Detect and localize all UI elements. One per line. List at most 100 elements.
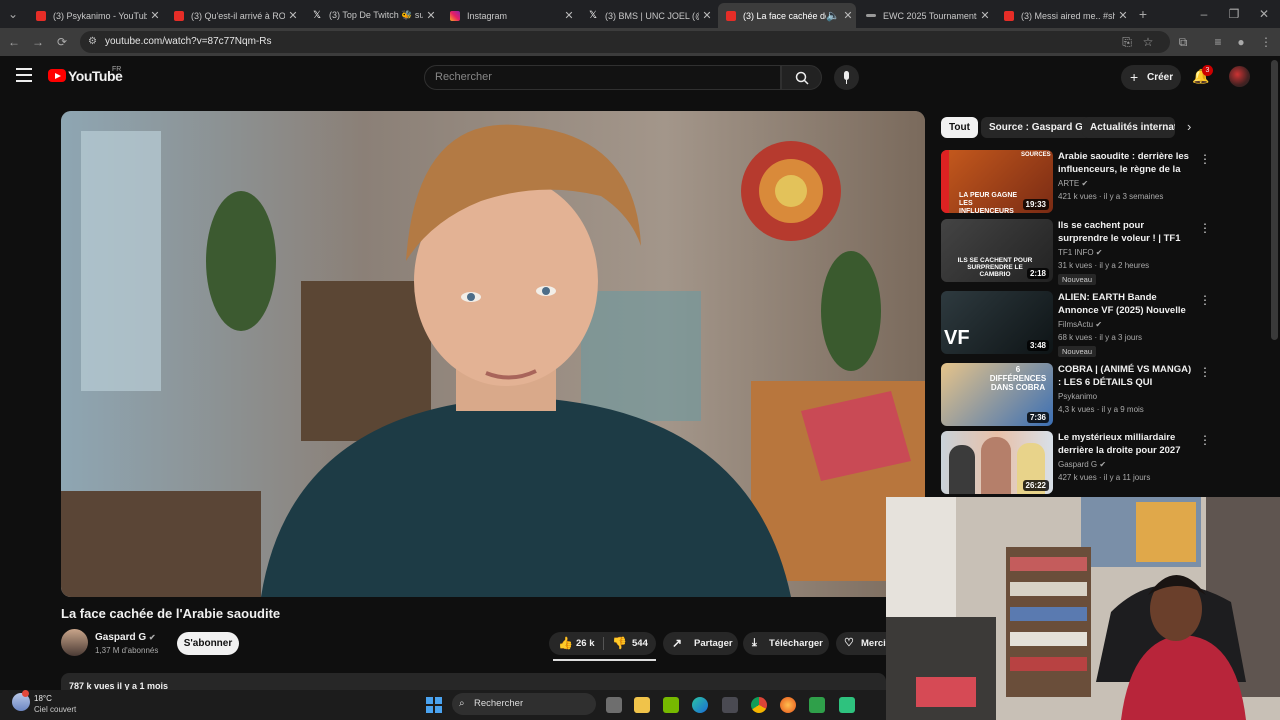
page-scrollbar[interactable] — [1271, 60, 1278, 340]
bookmark-star-icon[interactable]: ☆ — [1140, 34, 1156, 50]
video-thumbnail[interactable]: 6 DIFFÉRENCES DANS COBRA 7:36 — [941, 363, 1053, 426]
store-icon[interactable] — [722, 697, 738, 713]
address-bar[interactable]: ⚙ youtube.com/watch?v=87c77Nqm-Rs — [80, 31, 1170, 53]
channel-avatar[interactable] — [61, 629, 88, 656]
browser-tab[interactable]: 𝕏 (3) Top De Twitch 🐝 sur ✕ — [304, 3, 439, 28]
media-control-icon[interactable]: ≡ — [1210, 34, 1226, 50]
close-icon[interactable]: ✕ — [285, 9, 301, 22]
more-options-icon[interactable]: ⋮ — [1199, 365, 1211, 379]
browser-tab-active[interactable]: (3) La face cachée de 🔈 ✕ — [718, 3, 856, 28]
browser-tab[interactable]: Instagram ✕ — [442, 3, 577, 28]
voice-search-button[interactable] — [834, 65, 859, 90]
video-thumbnail[interactable]: SOURCES LA PEUR GAGNE LES INFLUENCEURS 1… — [941, 150, 1053, 213]
minimize-icon[interactable]: – — [1196, 6, 1212, 22]
search-button[interactable] — [781, 65, 822, 90]
webcam-overlay — [886, 497, 1280, 720]
new-tab-icon[interactable]: + — [1135, 6, 1151, 22]
search-icon: ⌕ — [459, 698, 465, 709]
more-options-icon[interactable]: ⋮ — [1199, 221, 1211, 235]
suggested-video[interactable]: ILS SE CACHENT POUR SURPRENDRE LE CAMBRI… — [941, 219, 1261, 285]
close-icon[interactable]: ✕ — [561, 9, 577, 22]
suggestion-title[interactable]: Arabie saoudite : derrière les influence… — [1058, 150, 1194, 176]
suggested-video[interactable]: 6 DIFFÉRENCES DANS COBRA 7:36 COBRA | (A… — [941, 363, 1261, 427]
suggestion-channel[interactable]: FilmsActu ✔ — [1058, 320, 1102, 329]
browser-tab[interactable]: 𝕏 (3) BMS | UNC JOEL (@Jo ✕ — [580, 3, 715, 28]
close-window-icon[interactable]: ✕ — [1256, 6, 1272, 22]
suggestion-title[interactable]: ALIEN: EARTH Bande Annonce VF (2025) Nou… — [1058, 291, 1194, 317]
thanks-button[interactable]: ♡ Merci — [836, 632, 886, 655]
more-options-icon[interactable]: ⋮ — [1199, 433, 1211, 447]
download-button[interactable]: ⤓ Télécharger — [743, 632, 829, 655]
menu-dots-icon[interactable]: ⋮ — [1258, 34, 1274, 50]
search-input[interactable]: Rechercher — [424, 65, 781, 90]
suggestion-channel[interactable]: Psykanimo — [1058, 392, 1097, 401]
site-info-icon[interactable]: ⚙ — [88, 31, 97, 53]
weather-temperature[interactable]: 18°C — [34, 694, 52, 703]
chip-international-news[interactable]: Actualités internationales — [1082, 117, 1175, 138]
more-options-icon[interactable]: ⋮ — [1199, 293, 1211, 307]
hamburger-menu-icon[interactable] — [16, 68, 32, 82]
chevron-right-icon[interactable]: › — [1187, 119, 1191, 134]
browser-tab[interactable]: (3) Messi aired me.. #shor ✕ — [996, 3, 1131, 28]
install-app-icon[interactable]: ⎘ — [1119, 34, 1135, 50]
close-icon[interactable]: ✕ — [977, 9, 993, 22]
suggested-video[interactable]: VF 3:48 ALIEN: EARTH Bande Annonce VF (2… — [941, 291, 1261, 357]
suggested-video[interactable]: 26:22 Le mystérieux milliardaire derrièr… — [941, 431, 1261, 495]
windows-start-icon[interactable] — [426, 697, 442, 713]
task-view-icon[interactable] — [606, 697, 622, 713]
file-explorer-icon[interactable] — [634, 697, 650, 713]
chip-source[interactable]: Source : Gaspard G — [981, 117, 1091, 138]
channel-name[interactable]: Gaspard G ✔ — [95, 632, 156, 643]
like-count[interactable]: 26 k — [576, 632, 595, 655]
app-icon[interactable] — [809, 697, 825, 713]
close-icon[interactable]: ✕ — [147, 9, 163, 22]
forward-icon[interactable]: → — [30, 34, 46, 50]
thumbs-down-icon[interactable]: 👎 — [612, 632, 627, 655]
video-thumbnail[interactable]: 26:22 — [941, 431, 1053, 494]
speaker-icon[interactable]: 🔈 — [826, 9, 840, 22]
url-text: youtube.com/watch?v=87c77Nqm-Rs — [105, 36, 272, 47]
account-avatar[interactable] — [1229, 66, 1250, 87]
browser-tab[interactable]: (3) Psykanimo - YouTube ✕ — [28, 3, 163, 28]
maximize-icon[interactable]: ❐ — [1226, 6, 1242, 22]
subscribe-button[interactable]: S'abonner — [177, 632, 239, 655]
edge-icon[interactable] — [692, 697, 708, 713]
close-icon[interactable]: ✕ — [423, 9, 439, 22]
share-button[interactable]: ↗ Partager — [663, 632, 738, 655]
back-icon[interactable]: ← — [6, 34, 22, 50]
suggestion-title[interactable]: Le mystérieux milliardaire derrière la d… — [1058, 431, 1194, 457]
close-icon[interactable]: ✕ — [699, 9, 715, 22]
suggestion-title[interactable]: Ils se cachent pour surprendre le voleur… — [1058, 219, 1194, 245]
more-options-icon[interactable]: ⋮ — [1199, 152, 1211, 166]
create-button[interactable]: + Créer — [1121, 65, 1181, 90]
tab-title: (3) Messi aired me.. #shor — [1021, 10, 1115, 21]
reload-icon[interactable]: ⟳ — [54, 34, 70, 50]
browser-tab[interactable]: EWC 2025 Tournaments ✕ — [858, 3, 993, 28]
youtube-icon — [1004, 10, 1014, 21]
dislike-count[interactable]: 544 — [632, 632, 648, 655]
video-player[interactable] — [61, 111, 925, 597]
browser-tab[interactable]: (3) Qu'est-il arrivé à ROBI ✕ — [166, 3, 301, 28]
suggestion-channel[interactable]: Gaspard G ✔ — [1058, 460, 1106, 469]
close-icon[interactable]: ✕ — [1115, 9, 1131, 22]
chip-all[interactable]: Tout — [941, 117, 978, 138]
search-icon — [795, 71, 809, 85]
close-icon[interactable]: ✕ — [840, 9, 856, 22]
thumbs-up-icon[interactable]: 👍 — [558, 632, 573, 655]
tab-list-chevron-icon[interactable]: ⌄ — [5, 6, 21, 22]
firefox-icon[interactable] — [780, 697, 796, 713]
nvidia-icon[interactable] — [663, 697, 679, 713]
taskbar-search-input[interactable]: ⌕ Rechercher — [452, 693, 596, 715]
youtube-logo-icon[interactable] — [48, 69, 66, 82]
suggested-video[interactable]: SOURCES LA PEUR GAGNE LES INFLUENCEURS 1… — [941, 150, 1261, 214]
extensions-icon[interactable]: ⧉ — [1175, 34, 1191, 50]
suggestion-channel[interactable]: ARTE ✔ — [1058, 179, 1088, 188]
discord-icon[interactable] — [839, 697, 855, 713]
video-thumbnail[interactable]: VF 3:48 — [941, 291, 1053, 354]
chrome-icon[interactable] — [751, 697, 767, 713]
suggestion-channel[interactable]: TF1 INFO ✔ — [1058, 248, 1103, 257]
weather-condition[interactable]: Ciel couvert — [34, 705, 76, 714]
video-thumbnail[interactable]: ILS SE CACHENT POUR SURPRENDRE LE CAMBRI… — [941, 219, 1053, 282]
profile-icon[interactable]: ● — [1233, 34, 1249, 50]
suggestion-title[interactable]: COBRA | (ANIMÉ VS MANGA) : LES 6 DÉTAILS… — [1058, 363, 1194, 389]
